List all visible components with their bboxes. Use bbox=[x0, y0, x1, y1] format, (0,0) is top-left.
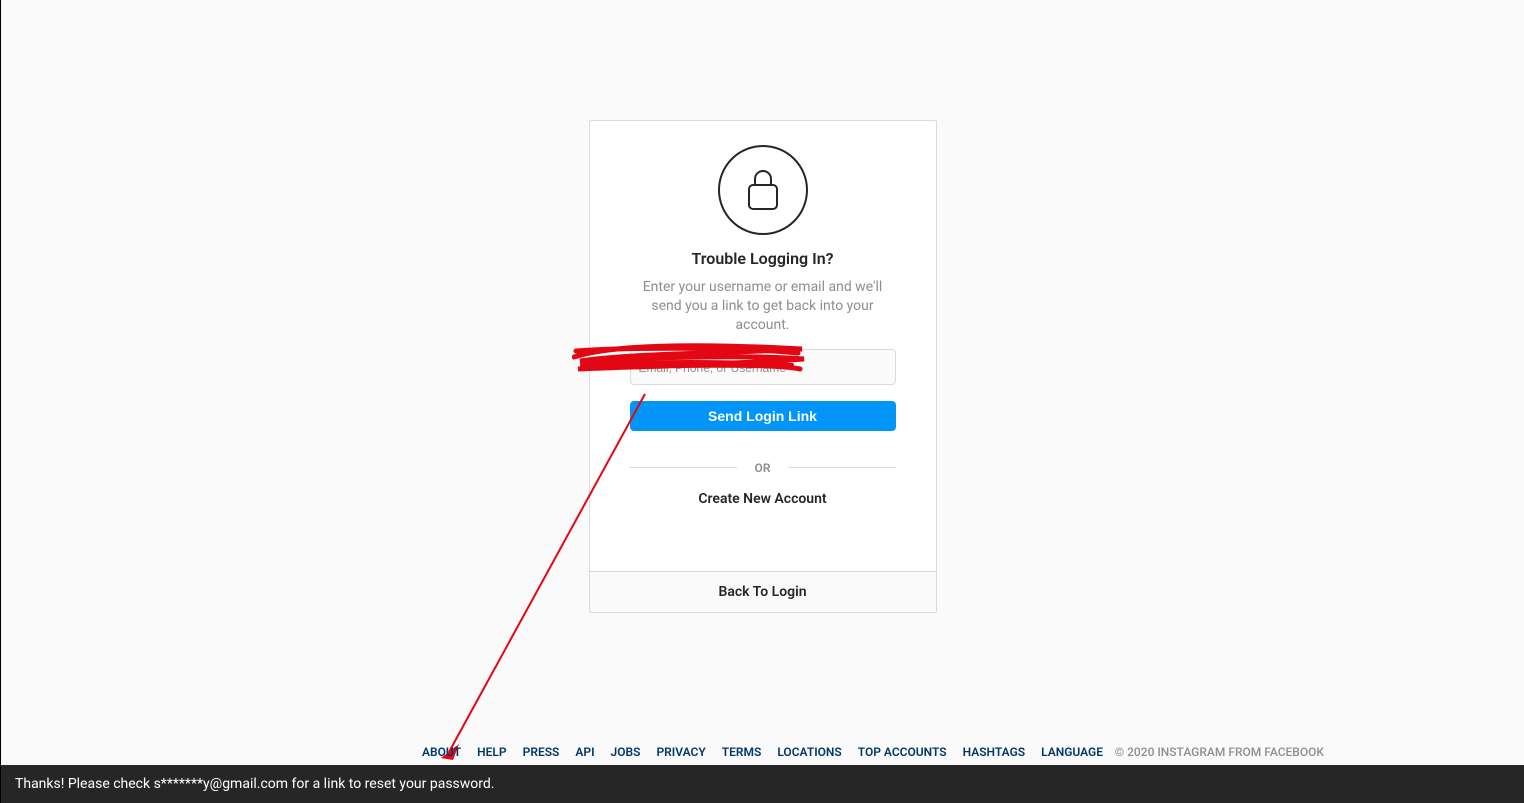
login-help-card: Trouble Logging In? Enter your username … bbox=[589, 120, 937, 613]
footer-link-terms[interactable]: TERMS bbox=[722, 745, 762, 759]
toast-notification: Thanks! Please check s*******y@gmail.com… bbox=[1, 765, 1524, 803]
footer-link-press[interactable]: PRESS bbox=[523, 745, 560, 759]
footer-copyright: © 2020 INSTAGRAM FROM FACEBOOK bbox=[1115, 745, 1324, 759]
footer-link-hashtags[interactable]: HASHTAGS bbox=[963, 745, 1025, 759]
footer-link-about[interactable]: ABOUT bbox=[422, 745, 461, 759]
back-to-login-button[interactable]: Back To Login bbox=[590, 571, 936, 612]
footer: ABOUT HELP PRESS API JOBS PRIVACY TERMS … bbox=[1, 740, 1524, 764]
send-login-link-button[interactable]: Send Login Link bbox=[630, 401, 896, 431]
footer-link-jobs[interactable]: JOBS bbox=[611, 745, 641, 759]
create-new-account-link[interactable]: Create New Account bbox=[698, 491, 826, 507]
card-subtitle: Enter your username or email and we'll s… bbox=[630, 278, 896, 335]
or-text: OR bbox=[755, 461, 771, 475]
footer-links: ABOUT HELP PRESS API JOBS PRIVACY TERMS … bbox=[422, 745, 1103, 759]
card-title: Trouble Logging In? bbox=[691, 249, 833, 268]
footer-link-locations[interactable]: LOCATIONS bbox=[777, 745, 841, 759]
login-identifier-input[interactable] bbox=[630, 349, 896, 385]
footer-link-api[interactable]: API bbox=[575, 745, 594, 759]
lock-icon bbox=[718, 145, 808, 235]
toast-message: Thanks! Please check s*******y@gmail.com… bbox=[15, 776, 495, 792]
footer-link-help[interactable]: HELP bbox=[477, 745, 506, 759]
or-divider: OR bbox=[630, 461, 896, 475]
footer-link-top-accounts[interactable]: TOP ACCOUNTS bbox=[858, 745, 947, 759]
footer-link-privacy[interactable]: PRIVACY bbox=[656, 745, 705, 759]
footer-link-language[interactable]: LANGUAGE bbox=[1041, 745, 1103, 759]
